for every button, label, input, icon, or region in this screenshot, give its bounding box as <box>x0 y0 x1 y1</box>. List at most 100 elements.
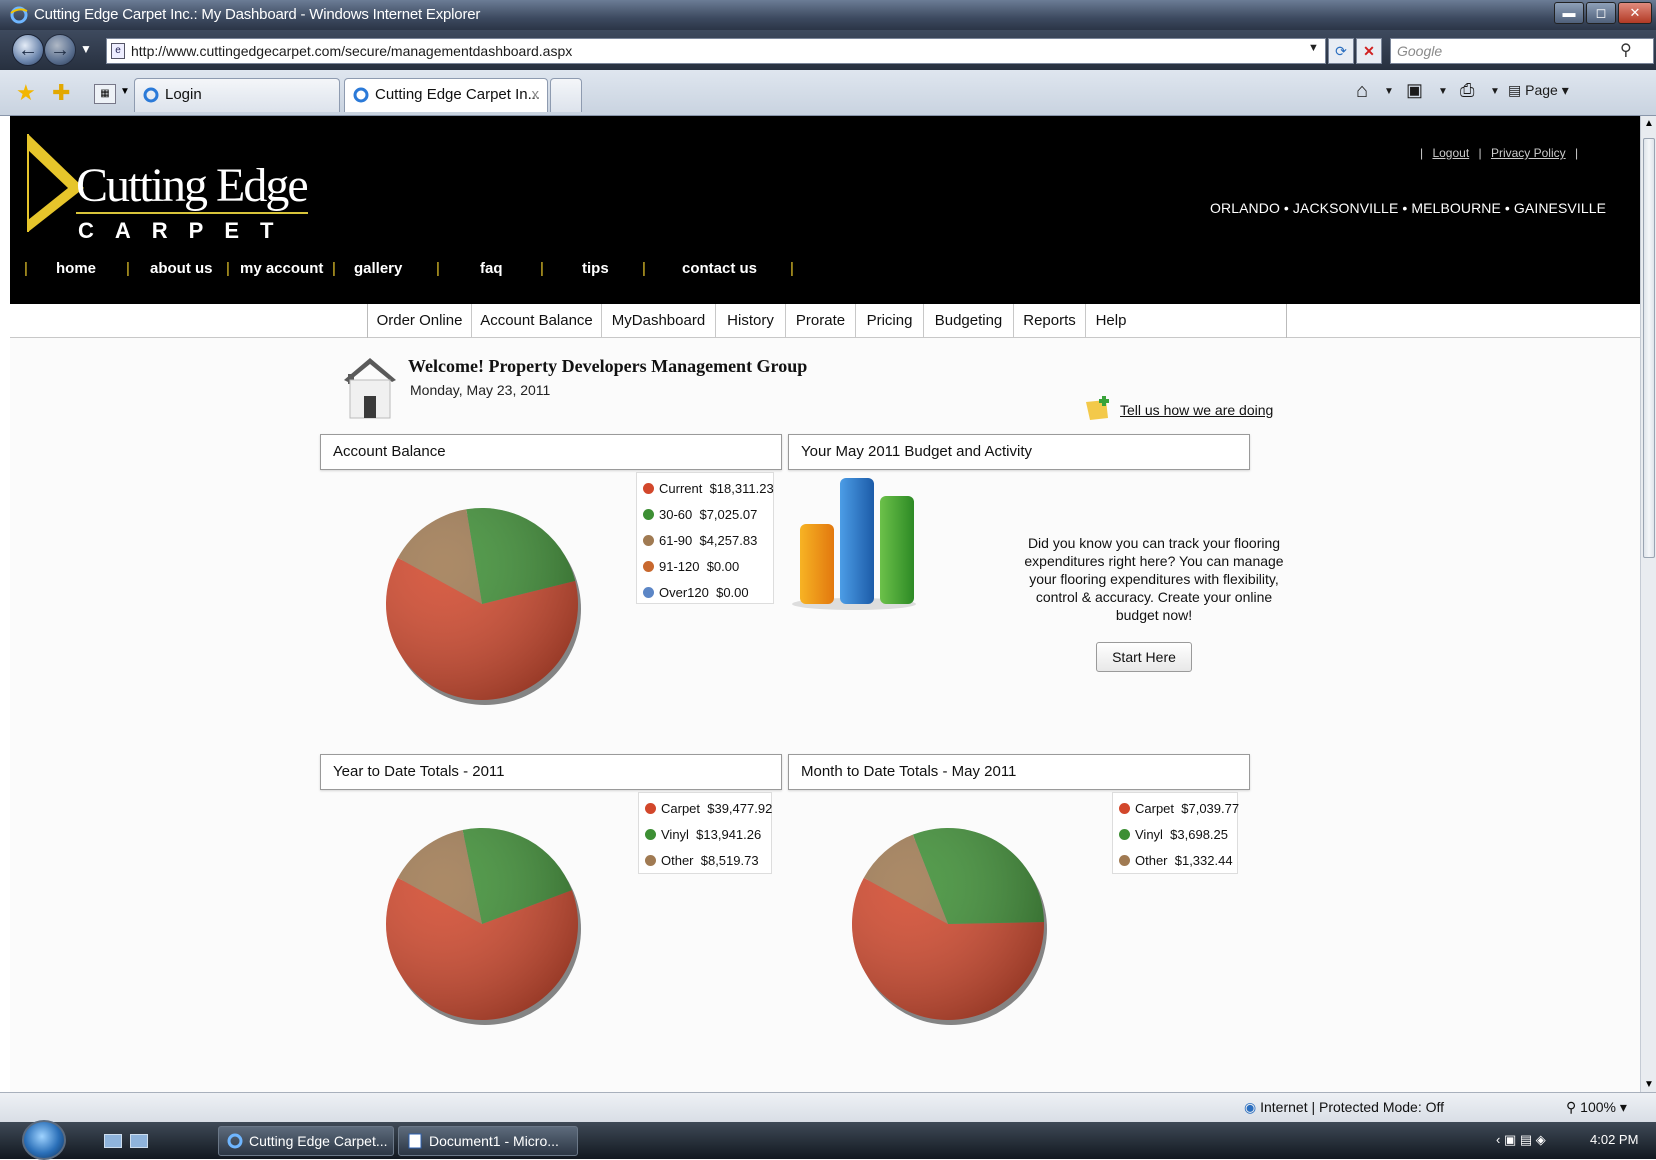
header-links: | Logout | Privacy Policy | <box>1420 146 1579 160</box>
subnav-mydashboard[interactable]: MyDashboard <box>602 304 716 338</box>
legend-swatch <box>645 803 656 814</box>
nav-my-account[interactable]: my account <box>240 260 323 277</box>
site-header: Cutting Edge CARPET | Logout | Privacy P… <box>10 116 1640 304</box>
page-menu[interactable]: ▤ Page ▾ <box>1508 82 1569 99</box>
quick-launch-icon[interactable] <box>130 1134 148 1148</box>
logo-text: Cutting Edge <box>76 159 309 212</box>
feeds-icon[interactable]: ▣ <box>1406 80 1423 101</box>
page-scrollbar[interactable]: ▲ ▼ <box>1640 116 1656 1092</box>
back-button[interactable]: ← <box>12 34 44 66</box>
legend-label: Current $18,311.23 <box>659 481 774 496</box>
privacy-policy-link[interactable]: Privacy Policy <box>1491 146 1566 160</box>
subnav-account-balance[interactable]: Account Balance <box>472 304 602 338</box>
logout-link[interactable]: Logout <box>1432 146 1469 160</box>
sub-nav: Order Online Account Balance MyDashboard… <box>10 304 1640 338</box>
ie-icon <box>353 87 369 103</box>
subnav-pricing[interactable]: Pricing <box>856 304 924 338</box>
nav-tips[interactable]: tips <box>582 260 609 277</box>
nav-home[interactable]: home <box>56 260 96 277</box>
subnav-budgeting[interactable]: Budgeting <box>924 304 1014 338</box>
tab-login[interactable]: Login <box>134 78 340 112</box>
legend-item: 61-90 $4,257.83 <box>643 533 757 551</box>
legend-label: Carpet $7,039.77 <box>1135 801 1240 816</box>
legend-item: Carpet $7,039.77 <box>1119 801 1239 819</box>
maximize-button[interactable]: ◻ <box>1586 2 1616 24</box>
clock: 4:02 PM <box>1590 1132 1639 1147</box>
ytd-pie-chart <box>386 828 581 1025</box>
zone-text: Internet | Protected Mode: Off <box>1260 1099 1445 1115</box>
close-tab-icon[interactable]: x <box>532 79 540 111</box>
feedback-link-text: Tell us how we are doing <box>1120 402 1274 418</box>
favorites-star-icon[interactable]: ★ <box>16 80 36 106</box>
subnav-help[interactable]: Help <box>1086 304 1136 338</box>
security-zone[interactable]: ◉ Internet | Protected Mode: Off <box>1244 1099 1444 1116</box>
current-date: Monday, May 23, 2011 <box>410 382 551 398</box>
refresh-button[interactable]: ⟳ <box>1328 38 1354 64</box>
feeds-dropdown[interactable]: ▼ <box>1438 86 1448 97</box>
scroll-up-icon[interactable]: ▲ <box>1644 118 1654 129</box>
start-button[interactable] <box>22 1120 66 1160</box>
tray-icons[interactable]: ‹ ▣ ▤ ◈ <box>1496 1132 1546 1148</box>
subnav-history[interactable]: History <box>716 304 786 338</box>
address-dropdown[interactable]: ▼ <box>1308 42 1319 54</box>
quick-launch-icon[interactable] <box>104 1134 122 1148</box>
legend-label: 61-90 $4,257.83 <box>659 533 758 548</box>
minimize-button[interactable]: ▬ <box>1554 2 1584 24</box>
zoom-level: 100% <box>1580 1099 1616 1115</box>
search-input[interactable]: Google <box>1390 38 1654 64</box>
stop-button[interactable]: ✕ <box>1356 38 1382 64</box>
legend-item: Other $8,519.73 <box>645 853 759 871</box>
nav-contact-us[interactable]: contact us <box>682 260 757 277</box>
legend-swatch <box>645 855 656 866</box>
home-icon[interactable]: ⌂ <box>1356 80 1368 103</box>
history-dropdown[interactable]: ▼ <box>80 42 92 56</box>
pie-shading <box>386 828 578 1020</box>
legend-label: Vinyl $3,698.25 <box>1135 827 1228 842</box>
sub-nav-bar: Order Online Account Balance MyDashboard… <box>367 304 1287 338</box>
close-button[interactable]: ✕ <box>1618 2 1652 24</box>
nav-faq[interactable]: faq <box>480 260 503 277</box>
search-icon[interactable]: ⚲ <box>1620 40 1632 60</box>
ie-icon <box>227 1133 243 1149</box>
feedback-link[interactable]: Tell us how we are doing <box>1086 396 1274 420</box>
account-balance-header: Account Balance <box>320 434 782 470</box>
logo-subtext: CARPET <box>78 218 295 243</box>
taskbar-item-document[interactable]: Document1 - Micro... <box>398 1126 578 1156</box>
ie-icon <box>10 6 28 24</box>
subnav-reports[interactable]: Reports <box>1014 304 1086 338</box>
panel-title: Account Balance <box>333 443 446 460</box>
legend-swatch <box>645 829 656 840</box>
quick-tabs-icon[interactable]: ▦ <box>94 84 116 104</box>
window-titlebar: Cutting Edge Carpet Inc.: My Dashboard -… <box>0 0 1656 30</box>
zoom-icon: ⚲ <box>1566 1099 1577 1115</box>
nav-separator: | <box>790 260 794 277</box>
start-here-button[interactable]: Start Here <box>1096 642 1192 672</box>
house-icon <box>344 358 396 419</box>
legend-label: 91-120 $0.00 <box>659 559 740 574</box>
address-bar[interactable]: e http://www.cuttingedgecarpet.com/secur… <box>106 38 1326 64</box>
subnav-prorate[interactable]: Prorate <box>786 304 856 338</box>
taskbar-item-browser[interactable]: Cutting Edge Carpet... <box>218 1126 394 1156</box>
tab-cutting-edge[interactable]: Cutting Edge Carpet In... x <box>344 78 548 112</box>
nav-gallery[interactable]: gallery <box>354 260 402 277</box>
zoom-control[interactable]: ⚲ 100% ▾ <box>1566 1099 1627 1116</box>
new-tab-button[interactable] <box>550 78 582 112</box>
panel-title: Month to Date Totals - May 2011 <box>801 763 1017 780</box>
legend-swatch <box>1119 855 1130 866</box>
home-dropdown[interactable]: ▼ <box>1384 86 1394 97</box>
legend-swatch <box>1119 803 1130 814</box>
nav-about-us[interactable]: about us <box>150 260 213 277</box>
pie-shading <box>386 508 578 700</box>
scrollbar-thumb[interactable] <box>1643 138 1655 558</box>
nav-separator: | <box>126 260 130 277</box>
subnav-order-online[interactable]: Order Online <box>368 304 472 338</box>
add-favorites-icon[interactable]: ✚ <box>52 80 70 106</box>
site-logo[interactable]: Cutting Edge CARPET <box>24 128 314 248</box>
legend-item: Over120 $0.00 <box>643 585 749 603</box>
tab-list-dropdown[interactable]: ▼ <box>120 86 130 97</box>
scroll-down-icon[interactable]: ▼ <box>1644 1079 1654 1090</box>
print-dropdown[interactable]: ▼ <box>1490 86 1500 97</box>
print-icon[interactable]: ⎙ <box>1460 80 1474 101</box>
forward-button[interactable]: → <box>44 34 76 66</box>
globe-icon: ◉ <box>1244 1099 1257 1115</box>
